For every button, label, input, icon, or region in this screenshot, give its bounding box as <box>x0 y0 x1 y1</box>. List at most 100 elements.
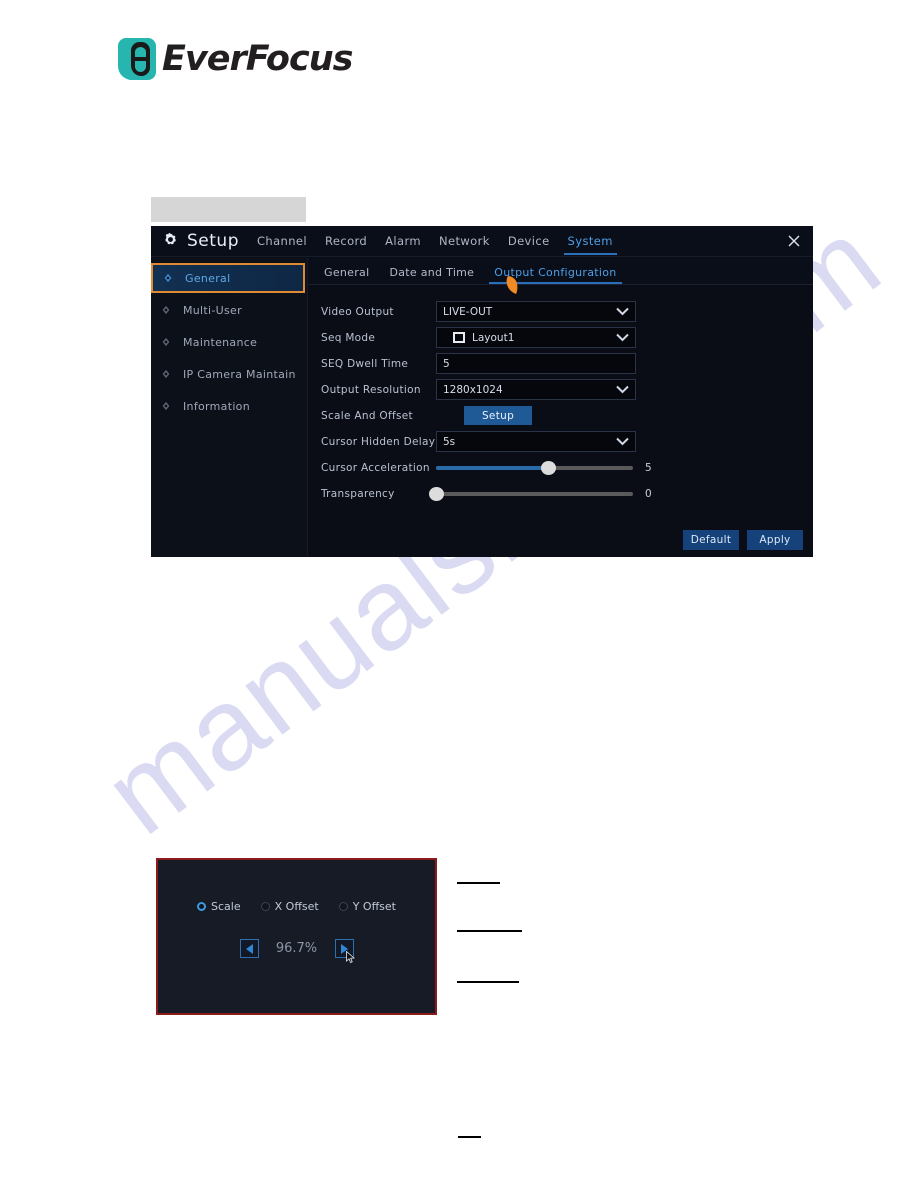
radio-y-offset-label: Y Offset <box>352 900 396 913</box>
mouse-pointer-icon <box>346 951 355 964</box>
label-cursor-acceleration: Cursor Acceleration <box>321 461 430 474</box>
scale-stepper: 96.7% <box>158 939 435 964</box>
row-cursor-acceleration: Cursor Acceleration 5 <box>308 455 813 480</box>
diamond-icon <box>162 305 170 315</box>
tab-alarm[interactable]: Alarm <box>385 226 421 256</box>
pointer-cursor-icon <box>506 276 518 294</box>
tab-record[interactable]: Record <box>325 226 367 256</box>
left-arrow-icon <box>245 943 253 954</box>
sidebar-item-ip-camera-maintain[interactable]: IP Camera Maintain <box>151 361 307 387</box>
transparency-value: 0 <box>645 487 652 500</box>
label-scale-and-offset: Scale And Offset <box>321 409 413 422</box>
everfocus-logo: EverFocus <box>118 38 353 80</box>
video-output-value: LIVE-OUT <box>443 305 493 318</box>
sidebar-item-multi-user[interactable]: Multi-User <box>151 297 307 323</box>
sidebar-item-label: General <box>185 271 231 285</box>
chevron-down-icon <box>616 385 629 394</box>
cursor-acceleration-slider[interactable] <box>436 459 633 477</box>
radio-scale-label: Scale <box>211 900 241 913</box>
label-seq-dwell-time: SEQ Dwell Time <box>321 357 409 370</box>
sidebar-item-label: Maintenance <box>183 335 258 349</box>
seq-mode-select[interactable]: Layout1 <box>436 327 636 348</box>
tab-device[interactable]: Device <box>508 226 550 256</box>
row-seq-mode: Seq Mode Layout1 <box>308 325 813 350</box>
f-logo-icon <box>118 38 156 80</box>
default-button[interactable]: Default <box>683 530 739 550</box>
label-video-output: Video Output <box>321 305 394 318</box>
tab-channel[interactable]: Channel <box>257 226 307 256</box>
gear-icon <box>165 232 176 244</box>
cursor-hidden-delay-select[interactable]: 5s <box>436 431 636 452</box>
sidebar-item-label: IP Camera Maintain <box>183 367 296 381</box>
sidebar-item-label: Multi-User <box>183 303 242 317</box>
slider-track <box>436 491 633 496</box>
radio-scale[interactable]: Scale <box>197 900 241 913</box>
seq-dwell-time-value: 5 <box>443 357 450 370</box>
sub-tab-bar: General Date and Time Output Configurati… <box>308 257 813 285</box>
label-output-resolution: Output Resolution <box>321 383 421 396</box>
output-resolution-value: 1280x1024 <box>443 383 503 396</box>
seq-dwell-time-input[interactable]: 5 <box>436 353 636 374</box>
top-tab-bar: Channel Record Alarm Network Device Syst… <box>257 226 618 256</box>
scale-offset-setup-button[interactable]: Setup <box>464 406 532 425</box>
row-transparency: Transparency 0 <box>308 481 813 506</box>
close-icon[interactable] <box>786 233 802 249</box>
window-topbar: Setup Channel Record Alarm Network Devic… <box>151 226 813 257</box>
label-seq-mode: Seq Mode <box>321 331 376 344</box>
sidebar-item-general[interactable]: General <box>151 263 305 293</box>
sidebar: General Multi-User Maintenance IP Camera… <box>151 257 308 557</box>
sidebar-item-maintenance[interactable]: Maintenance <box>151 329 307 355</box>
sidebar-item-information[interactable]: Information <box>151 393 307 419</box>
output-resolution-select[interactable]: 1280x1024 <box>436 379 636 400</box>
window-body: General Multi-User Maintenance IP Camera… <box>151 257 813 557</box>
radio-dot-icon <box>260 902 270 911</box>
slider-knob[interactable] <box>429 486 444 501</box>
cursor-acceleration-value: 5 <box>645 461 652 474</box>
output-configuration-form: Video Output LIVE-OUT Seq Mode Layout1 S… <box>308 285 813 506</box>
offset-mode-radio-group: Scale X Offset Y Offset <box>158 900 435 913</box>
transparency-slider[interactable] <box>429 485 633 503</box>
diamond-icon <box>162 337 170 347</box>
row-seq-dwell-time: SEQ Dwell Time 5 <box>308 351 813 376</box>
annotation-line-1 <box>457 882 500 884</box>
tab-network[interactable]: Network <box>439 226 490 256</box>
chevron-down-icon <box>616 437 629 446</box>
label-transparency: Transparency <box>321 487 395 500</box>
tab-system[interactable]: System <box>563 226 618 256</box>
scale-value: 96.7% <box>275 941 318 956</box>
slider-knob[interactable] <box>541 460 557 475</box>
subtab-general[interactable]: General <box>324 266 369 284</box>
page-number-line <box>458 1136 481 1138</box>
video-output-select[interactable]: LIVE-OUT <box>436 301 636 322</box>
seq-mode-value: Layout1 <box>472 331 515 344</box>
radio-x-offset-label: X Offset <box>274 900 319 913</box>
radio-y-offset[interactable]: Y Offset <box>338 900 396 913</box>
cursor-hidden-delay-value: 5s <box>443 435 456 448</box>
radio-dot-icon <box>338 902 348 911</box>
main-content: General Date and Time Output Configurati… <box>308 257 813 557</box>
row-output-resolution: Output Resolution 1280x1024 <box>308 377 813 402</box>
chevron-down-icon <box>616 307 629 316</box>
radio-dot-icon <box>197 902 207 911</box>
radio-x-offset[interactable]: X Offset <box>260 900 319 913</box>
diamond-icon <box>164 273 172 283</box>
annotation-line-2 <box>457 930 522 932</box>
scale-offset-dialog: Scale X Offset Y Offset 96.7% <box>156 858 437 1015</box>
decrease-button[interactable] <box>239 939 259 958</box>
chevron-down-icon <box>616 333 629 342</box>
diamond-icon <box>162 369 170 379</box>
gray-placeholder-bar <box>151 197 306 222</box>
row-scale-and-offset: Scale And Offset Setup <box>308 403 813 428</box>
annotation-line-3 <box>457 981 519 983</box>
nvr-setup-window: Setup Channel Record Alarm Network Devic… <box>151 226 813 557</box>
row-cursor-hidden-delay: Cursor Hidden Delay 5s <box>308 429 813 454</box>
subtab-date-and-time[interactable]: Date and Time <box>389 266 474 284</box>
apply-button[interactable]: Apply <box>747 530 803 550</box>
diamond-icon <box>162 401 170 411</box>
sidebar-item-label: Information <box>183 399 250 413</box>
window-footer: Default Apply <box>683 530 803 550</box>
logo-wordmark: EverFocus <box>162 39 353 79</box>
window-title: Setup <box>187 231 239 251</box>
slider-fill <box>436 465 549 470</box>
layout-square-icon <box>453 332 465 343</box>
